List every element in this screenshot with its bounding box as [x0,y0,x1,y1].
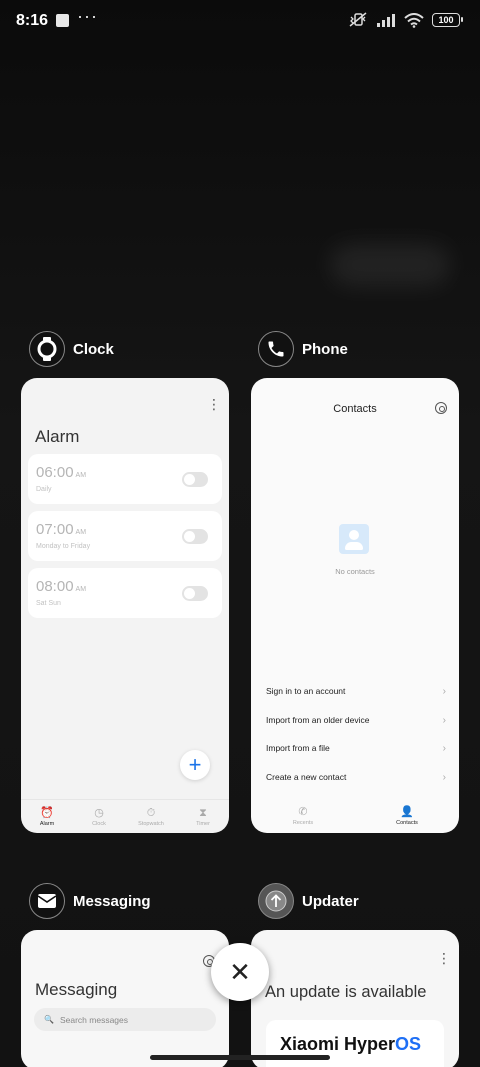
status-icons: 100 [348,12,463,28]
app-header-updater[interactable]: Updater [258,883,359,919]
alarm-repeat: Sat Sun [36,600,61,607]
alarm-ampm: AM [75,472,87,479]
home-indicator[interactable] [150,1055,330,1060]
app-name-updater: Updater [302,892,359,910]
more-options-icon[interactable]: ⋮ [207,397,221,411]
alarm-time: 06:00 [36,464,74,481]
sign-in-account-row[interactable]: Sign in to an account › [266,686,446,697]
alarm-ampm: AM [75,529,87,536]
nav-label: Stopwatch [138,820,164,827]
notification-square-icon [56,14,69,27]
search-placeholder: Search messages [59,1014,129,1025]
alarm-item[interactable]: 08:00 AM Sat Sun [28,568,222,618]
alarm-time: 07:00 [36,521,74,538]
hyperos-logo: Xiaomi HyperOS [280,1034,422,1054]
nav-recents[interactable]: ✆ Recents [251,799,355,833]
vibrate-icon [349,12,367,27]
person-icon: 👤 [400,806,414,818]
update-available-title: An update is available [265,983,427,1001]
status-bar: 8:16 ··· 100 [0,0,480,44]
row-label: Import from a file [266,743,330,753]
nav-clock[interactable]: ◷ Clock [73,800,125,833]
search-input[interactable]: 🔍 Search messages [34,1008,216,1031]
empty-contact-icon [339,524,369,554]
row-label: Import from an older device [266,715,370,725]
create-contact-row[interactable]: Create a new contact › [266,772,446,783]
updater-app-icon[interactable] [258,883,294,919]
battery-icon: 100 [432,13,463,27]
more-notifications-icon: ··· [77,6,98,26]
nav-label: Contacts [396,820,418,826]
alarm-page-title: Alarm [35,427,80,446]
clock-app-icon[interactable] [29,331,65,367]
nav-label: Alarm [39,820,55,827]
nav-label: Recents [292,820,314,826]
nav-label: Clock [92,820,106,827]
alarm-toggle[interactable] [182,472,208,487]
nav-label: Timer [196,820,210,827]
phone-bottom-nav: ✆ Recents 👤 Contacts [251,799,459,833]
chevron-right-icon: › [442,743,446,754]
app-name-clock: Clock [73,340,114,358]
add-alarm-button[interactable]: + [180,750,210,780]
alarm-icon: ⏰ [40,806,54,819]
import-file-row[interactable]: Import from a file › [266,743,446,754]
app-header-messaging[interactable]: Messaging [29,883,151,919]
nav-timer[interactable]: ⧗ Timer [177,800,229,833]
chevron-right-icon: › [442,772,446,783]
alarm-repeat: Daily [36,486,52,493]
alarm-toggle[interactable] [182,586,208,601]
chevron-right-icon: › [442,686,446,697]
alarm-time: 08:00 [36,578,74,595]
alarm-item[interactable]: 06:00 AM Daily [28,454,222,504]
row-label: Create a new contact [266,772,347,782]
updater-app-card[interactable]: ⋮ An update is available Xiaomi HyperOS [251,930,459,1067]
app-name-messaging: Messaging [73,892,151,910]
app-header-phone[interactable]: Phone [258,331,348,367]
app-name-phone: Phone [302,340,348,358]
chevron-right-icon: › [442,715,446,726]
clock-icon: ◷ [94,806,104,819]
search-icon: 🔍 [44,1015,54,1024]
alarm-ampm: AM [75,586,87,593]
alarm-toggle[interactable] [182,529,208,544]
nav-contacts[interactable]: 👤 Contacts [355,799,459,833]
import-older-device-row[interactable]: Import from an older device › [266,715,446,726]
battery-level: 100 [438,15,454,25]
contacts-title: Contacts [333,403,377,415]
alarm-item[interactable]: 07:00 AM Monday to Friday [28,511,222,561]
wifi-icon [404,12,424,28]
phone-app-icon[interactable] [258,331,294,367]
signal-icon [377,14,395,27]
phone-icon: ✆ [298,806,308,818]
settings-icon[interactable] [435,402,447,414]
more-options-icon[interactable]: ⋮ [437,951,451,965]
alarm-repeat: Monday to Friday [36,543,91,550]
nav-stopwatch[interactable]: ⏱ Stopwatch [125,800,177,833]
stopwatch-icon: ⏱ [146,806,156,819]
empty-state-text: No contacts [335,567,375,576]
app-header-clock[interactable]: Clock [29,331,114,367]
messaging-app-card[interactable]: Messaging 🔍 Search messages [21,930,229,1067]
phone-app-card[interactable]: Contacts No contacts Sign in to an accou… [251,378,459,833]
timer-icon: ⧗ [199,806,207,819]
messaging-page-title: Messaging [35,980,118,999]
row-label: Sign in to an account [266,686,346,696]
nav-alarm[interactable]: ⏰ Alarm [21,800,73,833]
messaging-app-icon[interactable] [29,883,65,919]
clock-app-card[interactable]: ⋮ Alarm 06:00 AM Daily 07:00 AM Monday to … [21,378,229,833]
clear-all-button[interactable]: ✕ [211,943,269,1001]
background-glow [330,245,450,285]
clock-bottom-nav: ⏰ Alarm ◷ Clock ⏱ Stopwatch ⧗ Timer [21,799,229,833]
status-time: 8:16 [16,12,49,29]
